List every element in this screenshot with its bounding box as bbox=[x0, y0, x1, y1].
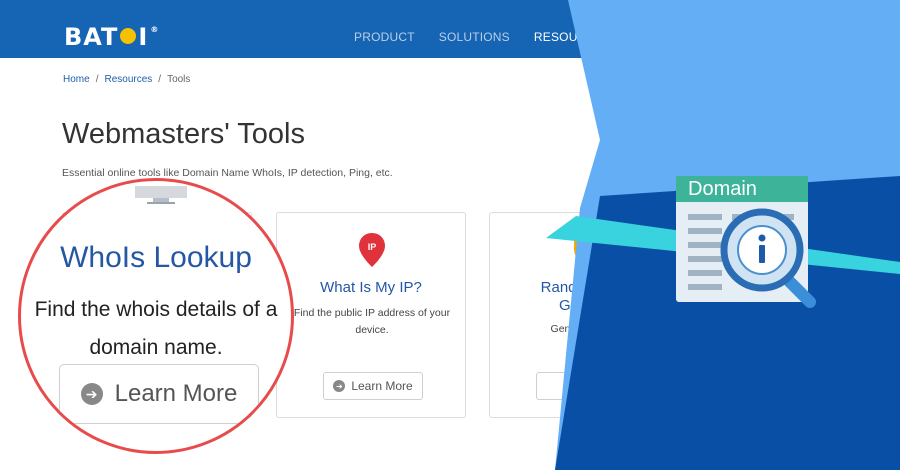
monitor-icon bbox=[135, 186, 187, 204]
zoom-magnifier-callout: WhoIs Lookup Find the whois details of a… bbox=[18, 178, 294, 454]
button-label: Learn More bbox=[114, 380, 238, 407]
arrow-right-icon: ➔ bbox=[80, 383, 103, 405]
learn-more-button[interactable]: ➔ Learn More bbox=[59, 364, 259, 424]
zoom-card-title[interactable]: WhoIs Lookup bbox=[21, 241, 291, 275]
zoom-desc-line1: Find the whois details of a bbox=[34, 298, 278, 321]
zoom-card-description: Find the whois details of a domain name. bbox=[21, 291, 291, 367]
zoom-desc-line2: domain name. bbox=[89, 336, 223, 359]
domain-label: Domain bbox=[688, 178, 757, 200]
